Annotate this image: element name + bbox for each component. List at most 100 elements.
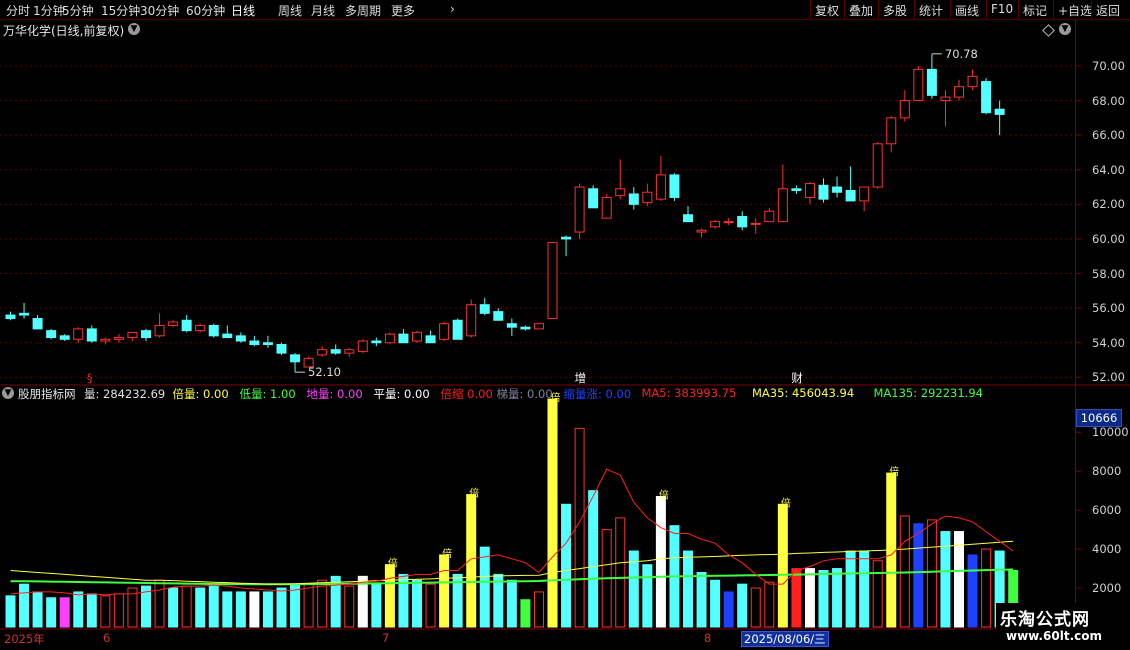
volume-bar xyxy=(384,564,395,628)
volume-bar xyxy=(696,571,707,628)
price-tick-label: 56.00 xyxy=(1092,301,1125,316)
date-axis: 2025年 6 7 8 2025/08/06/三 xyxy=(0,630,1075,650)
candle-body xyxy=(168,321,179,326)
candle-body xyxy=(845,190,856,202)
volume-bar xyxy=(73,591,84,628)
kline-chart[interactable]: 70.7852.10§ 增财倍倍倍倍倍倍倍 xyxy=(0,0,1130,650)
volume-bar xyxy=(32,591,43,628)
volume-bar xyxy=(479,546,490,628)
volume-bar xyxy=(845,550,856,628)
candle-body xyxy=(642,191,653,204)
candle-body xyxy=(764,210,775,223)
volume-bar xyxy=(59,597,70,628)
indicator-item-6: 梯量: 0.00 xyxy=(496,387,553,401)
event-marker: 财 xyxy=(791,371,803,385)
candle-body xyxy=(506,323,517,328)
candle-body xyxy=(357,340,368,352)
volume-bar xyxy=(276,587,287,628)
volume-bar xyxy=(412,579,422,628)
volume-bar xyxy=(181,585,192,628)
volume-bar xyxy=(520,599,531,628)
volume-bar xyxy=(86,593,97,628)
candle-body xyxy=(777,188,788,223)
volume-bar xyxy=(19,583,30,628)
candle-body xyxy=(235,335,246,342)
candle-body xyxy=(832,186,843,193)
price-tick-label: 60.00 xyxy=(1092,231,1125,246)
watermark-url: www.60lt.com xyxy=(1006,629,1103,643)
watermark-name: 乐淘公式网 xyxy=(1000,610,1090,630)
volume-bar xyxy=(425,583,436,628)
volume-bar xyxy=(723,591,734,628)
high-price-label: 70.78 xyxy=(945,47,978,61)
candle-body xyxy=(696,229,707,233)
indicator-item-7: 缩量涨: 0.00 xyxy=(563,387,632,401)
candle-body xyxy=(276,343,287,354)
bei-marker: 倍 xyxy=(469,487,479,500)
volume-bar xyxy=(46,597,57,628)
candle-body xyxy=(872,143,883,188)
watermark: 乐淘公式网 www.60lt.com xyxy=(996,603,1130,650)
candle-body xyxy=(32,318,43,330)
candle-body xyxy=(601,196,612,219)
candle-body xyxy=(73,328,84,340)
price-tick-label: 68.00 xyxy=(1092,93,1125,108)
candle-body xyxy=(141,330,151,339)
price-tick-label: 64.00 xyxy=(1092,162,1125,177)
candle-body xyxy=(967,75,978,88)
volume-tick-label: 10000 xyxy=(1092,425,1129,440)
candle-body xyxy=(222,333,233,339)
candle-body xyxy=(615,188,626,197)
price-tick-label: 54.00 xyxy=(1092,335,1125,350)
bei-marker: 倍 xyxy=(781,496,791,509)
candle-body xyxy=(954,86,964,98)
volume-bar xyxy=(615,517,626,628)
candle-body xyxy=(750,222,761,225)
candle-body xyxy=(899,100,910,119)
candle-body xyxy=(425,335,436,344)
volume-bar xyxy=(5,595,16,628)
candle-body xyxy=(493,311,504,321)
candle-body xyxy=(412,331,422,342)
volume-bar xyxy=(100,595,111,628)
volume-bar xyxy=(154,579,165,628)
indicator-item-5: 倍缩 0.00 xyxy=(440,387,493,401)
candle-body xyxy=(59,335,70,340)
axis-divider xyxy=(1075,20,1076,640)
candle-body xyxy=(710,221,721,228)
volume-tick-label: 4000 xyxy=(1092,542,1122,557)
volume-bar xyxy=(303,583,314,628)
candle-body xyxy=(262,342,273,345)
volume-bar xyxy=(533,591,544,628)
candle-body xyxy=(926,68,937,96)
candle-body xyxy=(466,304,477,337)
candle-body xyxy=(181,319,192,332)
candle-body xyxy=(113,337,124,340)
volume-bar xyxy=(168,587,179,628)
candle-body xyxy=(317,349,328,356)
date-label: 2025年 xyxy=(4,632,45,646)
indicator-name: 股朋指标网 xyxy=(18,387,76,401)
volume-bar xyxy=(249,591,260,628)
volume-bar xyxy=(439,554,450,628)
price-tick-label: 52.00 xyxy=(1092,370,1125,385)
volume-bar xyxy=(967,554,978,628)
event-marker: § xyxy=(87,371,93,385)
volume-bar xyxy=(222,591,233,628)
price-tick-label: 58.00 xyxy=(1092,266,1125,281)
volume-bar xyxy=(547,398,558,628)
candle-body xyxy=(588,188,599,209)
volume-bar xyxy=(642,564,653,628)
volume-tick-label: 2000 xyxy=(1092,581,1122,596)
date-label: 7 xyxy=(382,631,390,645)
chevron-down-icon[interactable]: ▼ xyxy=(2,387,14,399)
candle-body xyxy=(384,333,395,344)
candle-body xyxy=(398,333,409,344)
indicator-item-1: 倍量: 0.00 xyxy=(172,387,229,401)
indicator-item-0: 量: 284232.69 xyxy=(84,387,166,401)
volume-bar xyxy=(737,583,748,628)
volume-tick-label: 6000 xyxy=(1092,503,1122,518)
candle-body xyxy=(655,174,666,200)
volume-tick-label: 8000 xyxy=(1092,464,1122,479)
volume-bar xyxy=(764,581,775,628)
